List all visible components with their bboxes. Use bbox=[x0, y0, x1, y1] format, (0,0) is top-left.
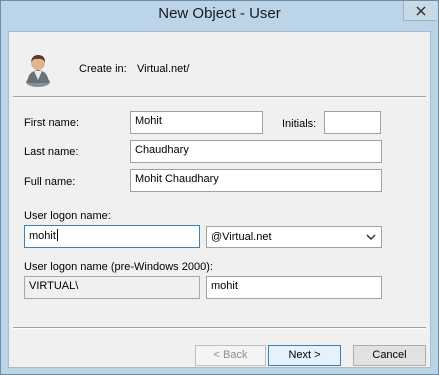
back-button[interactable]: < Back bbox=[195, 345, 266, 366]
last-name-field[interactable]: Chaudhary bbox=[130, 140, 382, 163]
pre2000-label: User logon name (pre-Windows 2000): bbox=[24, 261, 213, 273]
next-button[interactable]: Next > bbox=[268, 345, 341, 366]
full-name-label: Full name: bbox=[24, 176, 76, 188]
logon-name-label: User logon name: bbox=[24, 210, 111, 222]
dialog-client-area: Create in: Virtual.net/ First name: Mohi… bbox=[8, 31, 431, 368]
new-object-user-dialog: New Object - User Create in: Virtual.net… bbox=[0, 0, 439, 375]
first-name-field[interactable]: Mohit bbox=[130, 111, 263, 134]
title-bar[interactable]: New Object - User bbox=[1, 1, 438, 31]
footer-separator bbox=[13, 327, 426, 329]
close-button[interactable] bbox=[403, 1, 437, 21]
chevron-down-icon bbox=[366, 234, 376, 241]
user-icon bbox=[26, 55, 50, 87]
pre2000-name-field[interactable]: mohit bbox=[206, 276, 382, 299]
domain-suffix-value: @Virtual.net bbox=[211, 231, 272, 243]
cancel-button[interactable]: Cancel bbox=[353, 345, 426, 366]
last-name-label: Last name: bbox=[24, 146, 79, 158]
text-caret bbox=[56, 229, 58, 241]
window-title: New Object - User bbox=[158, 5, 281, 22]
logon-name-field[interactable]: mohit bbox=[24, 225, 200, 248]
full-name-field[interactable]: Mohit Chaudhary bbox=[130, 169, 382, 192]
pre2000-domain-field: VIRTUAL\ bbox=[24, 276, 200, 299]
initials-field[interactable] bbox=[324, 111, 381, 134]
initials-label: Initials: bbox=[282, 118, 317, 130]
logon-name-text: mohit bbox=[29, 230, 56, 242]
create-in-path: Virtual.net/ bbox=[137, 63, 190, 75]
domain-suffix-dropdown[interactable]: @Virtual.net bbox=[206, 226, 382, 248]
create-in-label: Create in: bbox=[79, 63, 127, 75]
header-separator bbox=[13, 96, 426, 98]
first-name-label: First name: bbox=[24, 117, 80, 129]
close-icon bbox=[416, 6, 426, 16]
